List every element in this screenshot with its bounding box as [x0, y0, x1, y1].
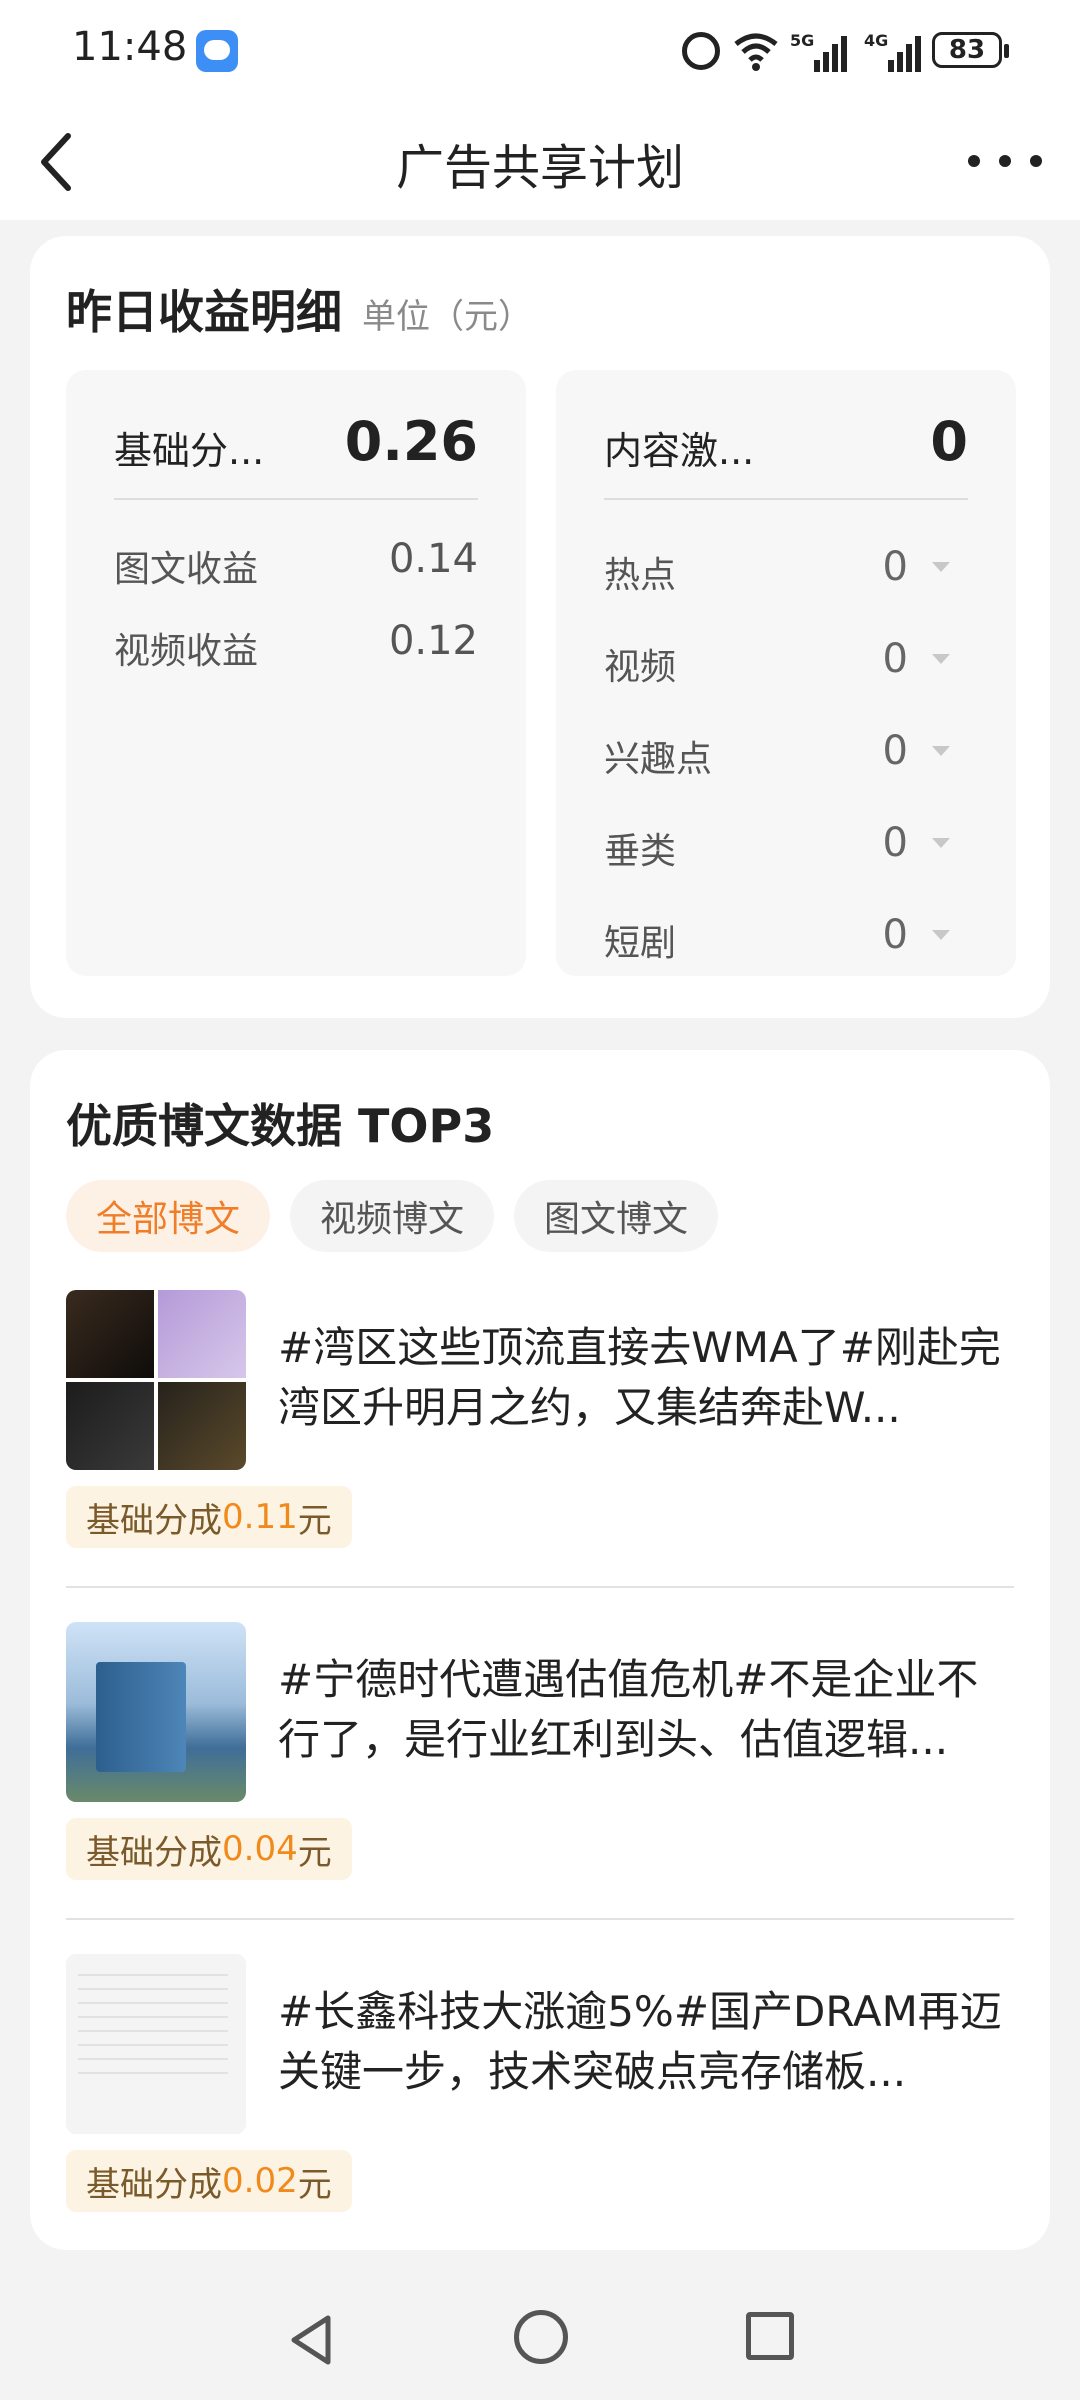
caret-down-icon	[932, 838, 950, 848]
content-row-value: 0	[882, 912, 908, 958]
base-row-label: 图文收益	[114, 549, 259, 590]
system-nav-bar	[0, 2280, 1080, 2400]
caret-down-icon	[932, 930, 950, 940]
content-row-label: 视频	[604, 647, 677, 688]
tab-video-posts[interactable]: 视频博文	[290, 1180, 494, 1252]
post-item[interactable]: #长鑫科技大涨逾5%#国产DRAM再迈关键一步，技术突破点亮存储板... 基础分…	[66, 1954, 1014, 2274]
status-bar: 11:48 5G 4G 83	[0, 0, 1080, 100]
earnings-card: 昨日收益明细 单位（元） 基础分... 0.26 图文收益 0.14 视频收益 0…	[30, 236, 1050, 1018]
nav-back-button[interactable]	[282, 2310, 342, 2370]
post-item[interactable]: #湾区这些顶流直接去WMA了#刚赴完湾区升明月之约，又集结奔赴W... 基础分成…	[66, 1290, 1014, 1610]
post-item[interactable]: #宁德时代遭遇估值危机#不是企业不行了，是行业红利到头、估值逻辑... 基础分成…	[66, 1622, 1014, 1942]
content-row-label: 热点	[604, 555, 677, 596]
tab-image-text-posts[interactable]: 图文博文	[514, 1180, 718, 1252]
more-dots-icon	[968, 155, 980, 167]
nav-home-button[interactable]	[514, 2310, 568, 2364]
battery-icon: 83	[932, 32, 1009, 68]
content-row[interactable]: 热点 0	[604, 536, 968, 606]
base-share-label: 基础分...	[114, 429, 265, 473]
message-notification-icon	[196, 30, 238, 72]
content-incentive-value: 0	[930, 410, 968, 473]
content-incentive-panel: 内容激... 0 热点 0 视频 0 兴趣点 0 垂类 0 短剧 0	[556, 370, 1016, 976]
base-row: 视频收益 0.12	[114, 612, 478, 682]
post-thumbnail	[66, 1622, 246, 1802]
top-posts-title: 优质博文数据 TOP3	[66, 1099, 495, 1153]
content-row-value: 0	[882, 544, 908, 590]
status-time: 11:48	[72, 24, 188, 70]
svg-text:4G: 4G	[864, 31, 888, 50]
wifi-icon	[732, 30, 780, 76]
alarm-icon	[682, 32, 720, 70]
content-row-value: 0	[882, 728, 908, 774]
base-row-value: 0.12	[388, 618, 478, 664]
content-row-value: 0	[882, 636, 908, 682]
caret-down-icon	[932, 654, 950, 664]
post-thumbnail	[66, 1290, 246, 1470]
post-text: #长鑫科技大涨逾5%#国产DRAM再迈关键一步，技术突破点亮存储板...	[278, 1987, 1002, 2096]
svg-text:5G: 5G	[790, 31, 814, 50]
content-row[interactable]: 兴趣点 0	[604, 720, 968, 790]
post-earnings-badge: 基础分成 0.11 元	[66, 1486, 352, 1548]
post-text: #宁德时代遭遇估值危机#不是企业不行了，是行业红利到头、估值逻辑...	[278, 1655, 979, 1764]
base-row-value: 0.14	[388, 536, 478, 582]
base-share-value: 0.26	[344, 410, 478, 473]
caret-down-icon	[932, 562, 950, 572]
content-row-label: 兴趣点	[604, 739, 713, 780]
top-posts-card: 优质博文数据 TOP3 全部博文 视频博文 图文博文 #湾区这些顶流直接去WMA…	[30, 1050, 1050, 2250]
base-row-label: 视频收益	[114, 631, 259, 672]
nav-recent-apps-button[interactable]	[746, 2312, 794, 2360]
post-earnings-badge: 基础分成 0.02 元	[66, 2150, 352, 2212]
post-earnings-badge: 基础分成 0.04 元	[66, 1818, 352, 1880]
signal-5g-icon: 5G	[790, 30, 850, 78]
tab-all-posts[interactable]: 全部博文	[66, 1180, 270, 1252]
page-title: 广告共享计划	[395, 140, 684, 196]
content-row[interactable]: 短剧 0	[604, 904, 968, 974]
content-row[interactable]: 垂类 0	[604, 812, 968, 882]
earnings-unit: 单位（元）	[362, 297, 532, 337]
caret-down-icon	[932, 746, 950, 756]
earnings-title: 昨日收益明细 单位（元）	[66, 285, 532, 339]
signal-4g-icon: 4G	[864, 30, 924, 78]
base-share-panel: 基础分... 0.26 图文收益 0.14 视频收益 0.12	[66, 370, 526, 976]
content-incentive-header[interactable]: 内容激... 0	[604, 404, 968, 500]
base-row: 图文收益 0.14	[114, 530, 478, 600]
post-thumbnail	[66, 1954, 246, 2134]
divider	[66, 1586, 1014, 1588]
content-row-value: 0	[882, 820, 908, 866]
divider	[66, 1918, 1014, 1920]
base-share-header[interactable]: 基础分... 0.26	[114, 404, 478, 500]
more-options-button[interactable]	[960, 126, 1050, 196]
content-row-label: 短剧	[604, 923, 677, 964]
content-row-label: 垂类	[604, 831, 677, 872]
content-incentive-label: 内容激...	[604, 429, 755, 473]
app-header: 广告共享计划	[0, 100, 1080, 220]
triangle-back-icon	[291, 2315, 331, 2365]
content-row[interactable]: 视频 0	[604, 628, 968, 698]
post-text: #湾区这些顶流直接去WMA了#刚赴完湾区升明月之约，又集结奔赴W...	[278, 1323, 1001, 1432]
